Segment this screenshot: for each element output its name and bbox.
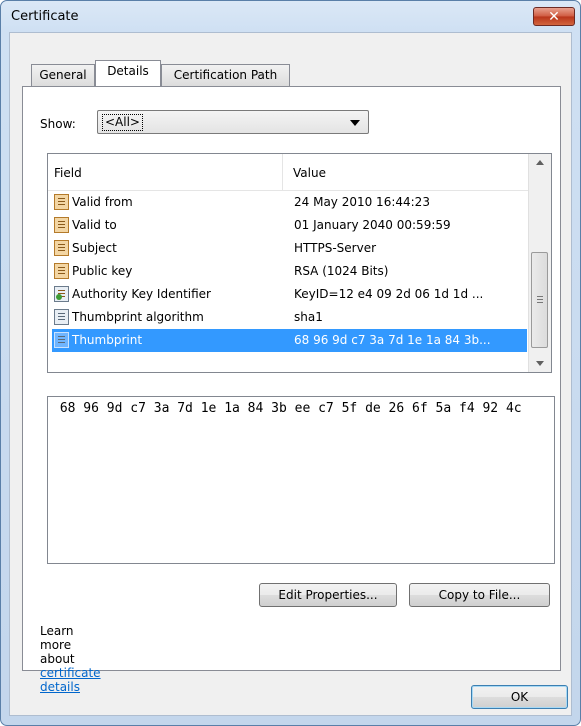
- chevron-down-icon: [350, 120, 360, 126]
- fields-list[interactable]: Field Value Valid from 24 May 2010 16:44…: [47, 153, 552, 373]
- tab-details[interactable]: Details: [95, 60, 161, 86]
- row-value: 68 96 9d c7 3a 7d 1e 1a 84 3b...: [294, 333, 491, 347]
- show-dropdown-value: <All>: [102, 114, 143, 131]
- close-button[interactable]: ✕: [533, 7, 575, 26]
- row-field: Thumbprint: [72, 333, 143, 347]
- list-row-authority-key-identifier[interactable]: Authority Key Identifier KeyID=12 e4 09 …: [52, 283, 527, 306]
- list-header: Field Value: [48, 154, 528, 191]
- row-value: RSA (1024 Bits): [294, 264, 389, 278]
- window-title: Certificate: [11, 9, 79, 24]
- row-value: KeyID=12 e4 09 2d 06 1d 1d ...: [294, 287, 484, 301]
- field-value-textbox[interactable]: 68 96 9d c7 3a 7d 1e 1a 84 3b ee c7 5f d…: [47, 396, 555, 564]
- extension-key-icon: [54, 286, 69, 302]
- row-value: HTTPS-Server: [294, 241, 377, 255]
- certificate-details-link[interactable]: certificate details: [40, 666, 101, 694]
- scroll-down-arrow-icon[interactable]: [529, 355, 551, 372]
- scrollbar-thumb[interactable]: [531, 252, 548, 348]
- column-header-field[interactable]: Field: [54, 166, 82, 180]
- field-value-text[interactable]: 68 96 9d c7 3a 7d 1e 1a 84 3b ee c7 5f d…: [52, 401, 547, 416]
- certificate-field-icon: [54, 263, 69, 279]
- row-field: Authority Key Identifier: [72, 287, 211, 301]
- edit-properties-button[interactable]: Edit Properties...: [259, 583, 397, 607]
- tab-general[interactable]: General: [31, 64, 95, 86]
- column-divider[interactable]: [282, 154, 283, 190]
- certificate-field-icon: [54, 217, 69, 233]
- column-header-value[interactable]: Value: [293, 166, 326, 180]
- vertical-scrollbar[interactable]: [528, 154, 551, 372]
- certificate-field-icon: [54, 194, 69, 210]
- row-field: Valid to: [72, 218, 117, 232]
- row-value: sha1: [294, 310, 323, 324]
- ok-button[interactable]: OK: [471, 685, 568, 709]
- row-field: Valid from: [72, 195, 133, 209]
- row-field: Thumbprint algorithm: [72, 310, 204, 324]
- grip-icon: [537, 296, 543, 297]
- certificate-field-icon: [54, 240, 69, 256]
- show-label: Show:: [40, 117, 76, 131]
- row-value: 01 January 2040 00:59:59: [294, 218, 451, 232]
- property-icon: [54, 332, 69, 348]
- row-value: 24 May 2010 16:44:23: [294, 195, 430, 209]
- show-dropdown[interactable]: <All>: [97, 110, 369, 134]
- copy-to-file-button[interactable]: Copy to File...: [409, 583, 550, 607]
- row-field: Public key: [72, 264, 133, 278]
- list-row-subject[interactable]: Subject HTTPS-Server: [52, 237, 527, 260]
- list-row-public-key[interactable]: Public key RSA (1024 Bits): [52, 260, 527, 283]
- learn-more-prefix: Learn more about: [40, 624, 75, 666]
- row-field: Subject: [72, 241, 117, 255]
- list-row-thumbprint-algorithm[interactable]: Thumbprint algorithm sha1: [52, 306, 527, 329]
- list-row-thumbprint[interactable]: Thumbprint 68 96 9d c7 3a 7d 1e 1a 84 3b…: [52, 329, 527, 352]
- property-icon: [54, 309, 69, 325]
- scroll-up-arrow-icon[interactable]: [529, 154, 551, 171]
- learn-more-text: Learn more about certificate details: [40, 624, 101, 694]
- close-icon: ✕: [548, 9, 560, 25]
- list-row-valid-to[interactable]: Valid to 01 January 2040 00:59:59: [52, 214, 527, 237]
- list-row-valid-from[interactable]: Valid from 24 May 2010 16:44:23: [52, 191, 527, 214]
- tab-certification-path[interactable]: Certification Path: [161, 64, 290, 86]
